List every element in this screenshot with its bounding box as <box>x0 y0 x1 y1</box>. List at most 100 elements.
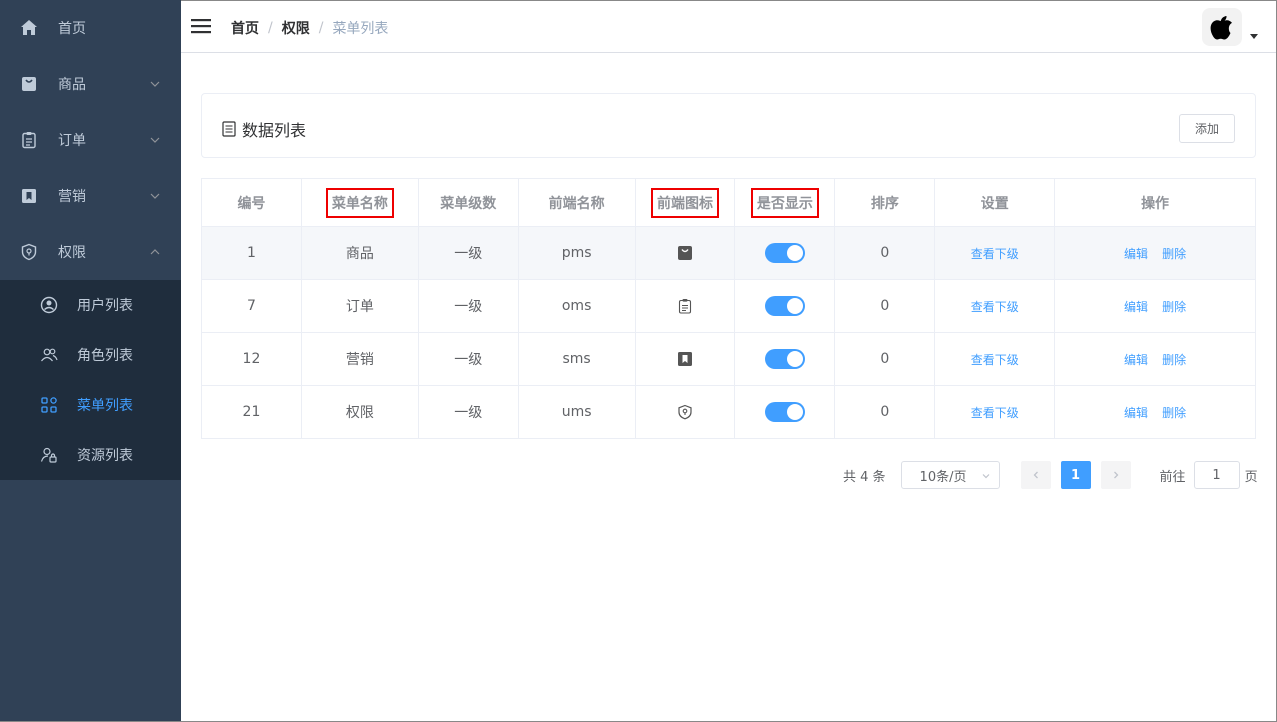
shield-icon <box>676 403 694 421</box>
sidebar-item-menu-list[interactable]: 菜单列表 <box>0 380 181 430</box>
avatar[interactable] <box>1202 8 1242 46</box>
table-row: 12 营销 一级 sms 0 查看下级 编辑 删除 <box>201 332 1256 386</box>
view-children-link[interactable]: 查看下级 <box>971 353 1019 367</box>
breadcrumb-home[interactable]: 首页 <box>231 18 259 38</box>
shield-icon <box>20 243 38 261</box>
sidebar-item-home[interactable]: 首页 <box>0 0 181 56</box>
sidebar-item-label: 权限 <box>58 245 86 261</box>
edit-link[interactable]: 编辑 <box>1124 406 1148 420</box>
goto-page: 前往 页 <box>1160 461 1258 489</box>
table-header-row: 编号 菜单名称 菜单级数 前端名称 前端图标 是否显示 排序 设置 操作 <box>201 178 1256 227</box>
show-toggle[interactable] <box>764 243 805 263</box>
chevron-down-icon <box>150 193 160 199</box>
add-button[interactable]: 添加 <box>1179 114 1235 143</box>
cell-id: 1 <box>201 226 302 280</box>
highlighted-header: 菜单名称 <box>325 187 394 218</box>
cell-sort: 0 <box>834 279 936 333</box>
cell-name: 权限 <box>300 385 419 439</box>
view-children-link[interactable]: 查看下级 <box>971 406 1019 420</box>
hamburger-icon[interactable] <box>191 17 211 35</box>
cell-id: 7 <box>201 279 302 333</box>
cell-front-name: sms <box>517 332 636 386</box>
cell-actions: 编辑 删除 <box>1054 226 1256 280</box>
page-number-button[interactable]: 1 <box>1060 461 1091 489</box>
window-border-top <box>181 0 1277 1</box>
table-row: 7 订单 一级 oms 0 查看下级 编辑 删除 <box>201 279 1256 333</box>
toggle-knob <box>786 298 803 314</box>
cell-settings: 查看下级 <box>934 332 1056 386</box>
delete-link[interactable]: 删除 <box>1162 300 1186 314</box>
list-icon <box>222 121 236 137</box>
sidebar-item-products[interactable]: 商品 <box>0 56 181 112</box>
cell-actions: 编辑 删除 <box>1054 385 1256 439</box>
delete-link[interactable]: 删除 <box>1162 247 1186 261</box>
show-toggle[interactable] <box>764 296 805 316</box>
data-list-card: 数据列表 添加 <box>201 93 1256 158</box>
view-children-link[interactable]: 查看下级 <box>971 300 1019 314</box>
cell-icon <box>634 226 736 280</box>
cell-front-name: pms <box>517 226 636 280</box>
column-header-name: 菜单名称 <box>300 178 419 227</box>
users-icon <box>40 346 58 364</box>
chevron-right-icon <box>1113 471 1118 479</box>
chevron-left-icon <box>1033 471 1038 479</box>
show-toggle[interactable] <box>764 402 805 422</box>
cell-show <box>734 226 836 280</box>
next-page-button[interactable] <box>1100 461 1131 489</box>
column-header-id: 编号 <box>201 178 302 227</box>
column-header-sort: 排序 <box>834 178 936 227</box>
column-header-actions: 操作 <box>1054 178 1256 227</box>
bookmark-icon <box>20 187 38 205</box>
permissions-submenu: 用户列表 角色列表 菜单列表 资源列表 <box>0 280 181 480</box>
cell-id: 12 <box>201 332 302 386</box>
show-toggle[interactable] <box>764 349 805 369</box>
column-header-level: 菜单级数 <box>417 178 519 227</box>
breadcrumb-permissions[interactable]: 权限 <box>282 18 310 38</box>
delete-link[interactable]: 删除 <box>1162 406 1186 420</box>
column-header-settings: 设置 <box>934 178 1056 227</box>
table-row: 1 商品 一级 pms 0 查看下级 编辑 删除 <box>201 226 1256 280</box>
sidebar-item-label: 订单 <box>58 133 86 149</box>
sidebar-item-marketing[interactable]: 营销 <box>0 168 181 224</box>
breadcrumb-separator: / <box>318 20 324 36</box>
edit-link[interactable]: 编辑 <box>1124 353 1148 367</box>
sidebar-item-permissions[interactable]: 权限 <box>0 224 181 280</box>
cell-show <box>734 279 836 333</box>
column-header-front-name: 前端名称 <box>517 178 636 227</box>
cell-front-name: oms <box>517 279 636 333</box>
sidebar-item-resource-list[interactable]: 资源列表 <box>0 430 181 480</box>
shopping-bag-icon <box>676 244 694 262</box>
prev-page-button[interactable] <box>1020 461 1051 489</box>
clipboard-icon <box>20 131 38 149</box>
clipboard-icon <box>676 297 694 315</box>
cell-actions: 编辑 删除 <box>1054 279 1256 333</box>
cell-icon <box>634 279 736 333</box>
goto-label: 前往 <box>1159 469 1186 485</box>
page-size-select[interactable]: 10条/页 <box>900 461 1000 489</box>
page-size-value: 10条/页 <box>919 469 967 485</box>
caret-down-icon[interactable] <box>1250 34 1258 39</box>
toggle-knob <box>786 351 803 367</box>
goto-page-input[interactable] <box>1193 461 1240 489</box>
cell-level: 一级 <box>417 332 519 386</box>
sidebar-item-user-list[interactable]: 用户列表 <box>0 280 181 330</box>
edit-link[interactable]: 编辑 <box>1124 300 1148 314</box>
menu-table: 编号 菜单名称 菜单级数 前端名称 前端图标 是否显示 排序 设置 操作 1 商… <box>201 178 1256 439</box>
view-children-link[interactable]: 查看下级 <box>971 247 1019 261</box>
breadcrumb-separator: / <box>268 20 273 36</box>
cell-level: 一级 <box>417 226 519 280</box>
user-circle-icon <box>40 296 58 314</box>
cell-sort: 0 <box>834 332 936 386</box>
cell-name: 订单 <box>300 279 419 333</box>
bookmark-icon <box>676 350 694 368</box>
sidebar-item-label: 首页 <box>58 21 86 37</box>
user-lock-icon <box>40 446 58 464</box>
highlighted-header: 是否显示 <box>750 187 819 218</box>
submenu-item-label: 角色列表 <box>77 348 133 364</box>
edit-link[interactable]: 编辑 <box>1124 247 1148 261</box>
sidebar-item-role-list[interactable]: 角色列表 <box>0 330 181 380</box>
apple-icon <box>1210 16 1232 40</box>
sidebar: 首页 商品 订单 营销 权限 用户列表 角色列表 菜单列表 资源列表 <box>0 0 181 722</box>
delete-link[interactable]: 删除 <box>1162 353 1186 367</box>
sidebar-item-orders[interactable]: 订单 <box>0 112 181 168</box>
